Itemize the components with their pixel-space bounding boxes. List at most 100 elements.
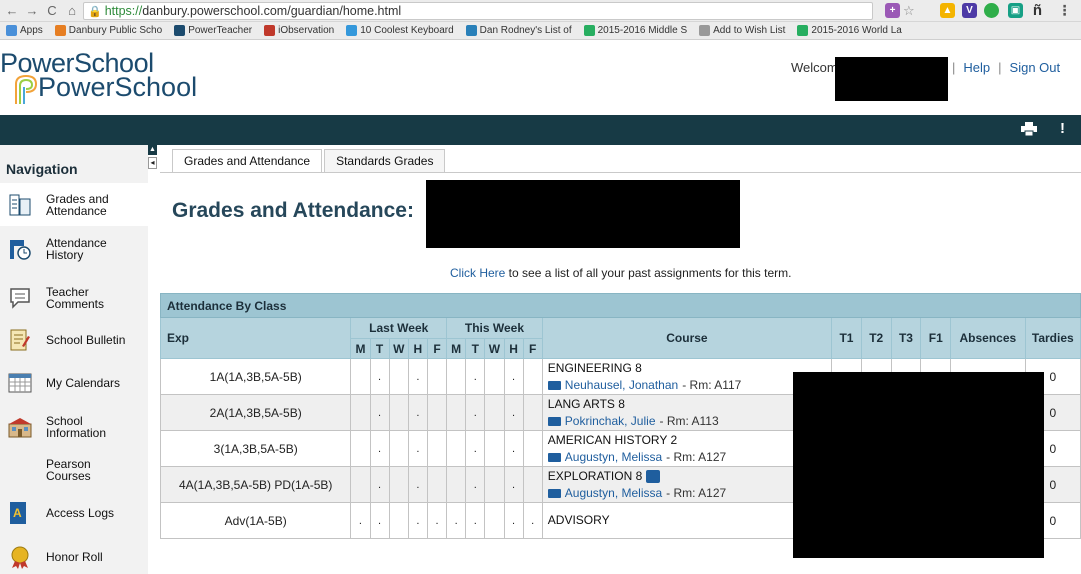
drive-icon[interactable]: ▲ [940, 3, 955, 18]
bookmark-item[interactable]: 2015-2016 Middle S [583, 25, 687, 36]
attendance-cell[interactable] [484, 502, 505, 539]
attendance-cell[interactable] [484, 430, 505, 467]
attendance-cell[interactable] [446, 466, 467, 503]
bookmark-item[interactable]: Danbury Public Scho [54, 25, 162, 36]
bookmark-item[interactable]: iObservation [264, 25, 334, 36]
bookmark-item[interactable]: 2015-2016 World La [797, 25, 902, 36]
bookmark-star-icon[interactable]: ☆ [903, 3, 915, 19]
powerschool-logo[interactable]: PowerSchool PowerSchool [0, 48, 240, 108]
attendance-cell[interactable] [484, 394, 505, 431]
attendance-cell[interactable] [522, 358, 543, 395]
attendance-cell[interactable] [426, 430, 448, 467]
attendance-cell[interactable] [350, 394, 371, 431]
attendance-cell[interactable] [426, 358, 448, 395]
attendance-cell[interactable] [484, 358, 505, 395]
home-icon[interactable]: ⌂ [64, 3, 80, 18]
bookmark-item[interactable]: PowerTeacher [174, 25, 252, 36]
alert-icon[interactable]: ! [1060, 120, 1065, 137]
attendance-cell[interactable] [388, 430, 409, 467]
email-icon[interactable] [547, 416, 561, 426]
attendance-cell[interactable]: . [407, 358, 428, 395]
attendance-cell[interactable]: . [426, 502, 448, 539]
attendance-cell[interactable] [388, 502, 409, 539]
attendance-cell[interactable]: . [350, 502, 371, 539]
sidebar-item[interactable]: My Calendars [0, 361, 148, 404]
sidebar-item[interactable]: Honor Roll [0, 535, 148, 574]
attendance-cell[interactable] [426, 394, 448, 431]
click-here-link[interactable]: Click Here [450, 266, 505, 280]
address-bar[interactable]: 🔒 https:// danbury.powerschool.com/guard… [83, 2, 873, 20]
attendance-cell[interactable]: . [465, 394, 486, 431]
email-icon[interactable] [547, 452, 561, 462]
attendance-cell[interactable]: . [407, 394, 428, 431]
sidebar-item[interactable]: Attendance History [0, 227, 148, 270]
extension-icon[interactable]: + [885, 3, 900, 18]
attendance-cell[interactable]: . [465, 502, 486, 539]
bookmark-item[interactable]: Apps [6, 25, 43, 36]
email-icon[interactable] [547, 488, 561, 498]
attendance-cell[interactable] [522, 394, 543, 431]
attendance-cell[interactable]: . [503, 394, 524, 431]
attendance-cell[interactable]: . [369, 358, 390, 395]
back-icon[interactable]: ← [4, 3, 20, 18]
forward-icon[interactable]: → [24, 3, 40, 18]
attendance-cell[interactable] [522, 466, 543, 503]
sheets-icon[interactable]: ▣ [1008, 3, 1023, 18]
sign-out-link[interactable]: Sign Out [1010, 60, 1061, 75]
bookmark-item[interactable]: 10 Coolest Keyboard [346, 25, 454, 36]
attendance-cell[interactable]: . [465, 466, 486, 503]
email-icon[interactable] [547, 380, 561, 390]
evernote-icon[interactable] [984, 3, 999, 18]
tab-standards-grades[interactable]: Standards Grades [324, 149, 446, 172]
attendance-cell[interactable] [350, 430, 371, 467]
attendance-cell[interactable] [350, 358, 371, 395]
attendance-cell[interactable]: . [503, 430, 524, 467]
sidebar-item[interactable]: School Bulletin [0, 318, 148, 361]
collapse-up-icon[interactable]: ▲ [148, 145, 157, 155]
attendance-cell[interactable]: . [465, 430, 486, 467]
attendance-cell[interactable] [446, 358, 467, 395]
teacher-link[interactable]: Pokrinchak, Julie [565, 413, 656, 430]
attendance-cell[interactable] [350, 466, 371, 503]
attendance-cell[interactable]: . [503, 502, 524, 539]
sidebar-item[interactable]: A Access Logs [0, 491, 148, 534]
teacher-link[interactable]: Augustyn, Melissa [565, 449, 662, 466]
attendance-cell[interactable]: . [369, 394, 390, 431]
help-link[interactable]: Help [963, 60, 990, 75]
sidebar-item[interactable]: Pearson Courses [0, 448, 148, 491]
attendance-cell[interactable] [388, 466, 409, 503]
attendance-cell[interactable]: . [503, 466, 524, 503]
bookmark-item[interactable]: Add to Wish List [699, 25, 785, 36]
teacher-link[interactable]: Neuhausel, Jonathan [565, 377, 678, 394]
attendance-cell[interactable]: . [446, 502, 467, 539]
collapse-toggle[interactable]: ▲ ◂ [148, 145, 157, 175]
sidebar-item[interactable]: Teacher Comments [0, 276, 148, 319]
attendance-cell[interactable]: . [465, 358, 486, 395]
attendance-cell[interactable]: . [369, 466, 390, 503]
vimeo-icon[interactable]: V [962, 3, 977, 18]
attendance-cell[interactable]: . [369, 502, 390, 539]
reload-icon[interactable]: C [44, 3, 60, 18]
teacher-link[interactable]: Augustyn, Melissa [565, 485, 662, 502]
attendance-cell[interactable] [484, 466, 505, 503]
bookmark-item[interactable]: Dan Rodney's List of [465, 25, 572, 36]
attendance-cell[interactable] [446, 394, 467, 431]
sidebar-item[interactable]: School Information [0, 405, 148, 448]
attendance-cell[interactable] [388, 358, 409, 395]
attendance-cell[interactable]: . [369, 430, 390, 467]
sidebar-item[interactable]: Grades and Attendance [0, 183, 148, 226]
ntilde-icon[interactable]: ñ [1030, 3, 1045, 18]
group-icon[interactable] [646, 469, 661, 483]
print-icon[interactable] [1021, 122, 1037, 136]
attendance-cell[interactable] [522, 430, 543, 467]
menu-icon[interactable]: ⋮ [1057, 3, 1072, 18]
collapse-left-icon[interactable]: ◂ [148, 157, 157, 169]
attendance-cell[interactable]: . [503, 358, 524, 395]
attendance-cell[interactable]: . [407, 466, 428, 503]
attendance-cell[interactable] [426, 466, 448, 503]
tab-grades-attendance[interactable]: Grades and Attendance [172, 149, 323, 173]
attendance-cell[interactable]: . [522, 502, 543, 539]
attendance-cell[interactable] [446, 430, 467, 467]
attendance-cell[interactable] [388, 394, 409, 431]
attendance-cell[interactable]: . [407, 430, 428, 467]
